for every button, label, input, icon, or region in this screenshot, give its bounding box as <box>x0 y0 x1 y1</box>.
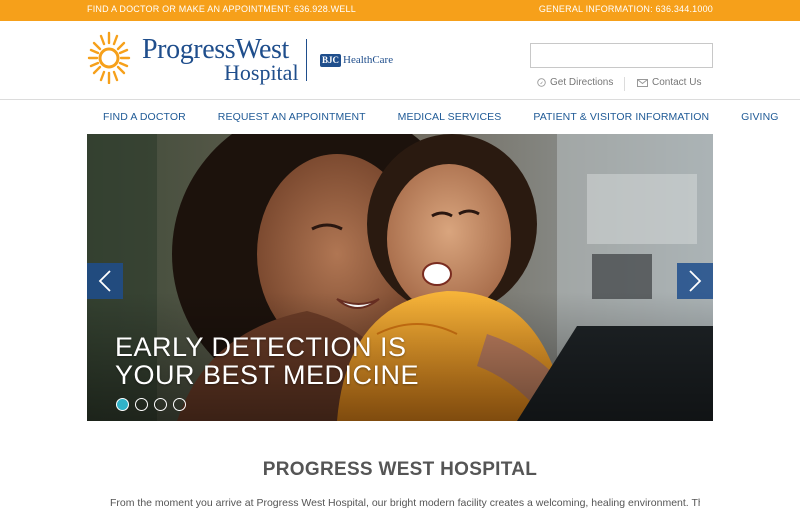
slider-dot[interactable] <box>135 398 148 411</box>
bjc-healthcare-logo: BJC HealthCare <box>320 54 393 67</box>
site-header: ProgressWest Hospital BJC HealthCare Get… <box>0 21 800 100</box>
contact-us-label: Contact Us <box>652 77 702 88</box>
hospital-logo[interactable]: ProgressWest Hospital BJC HealthCare <box>87 30 407 90</box>
envelope-icon <box>637 78 648 87</box>
top-info-bar: FIND A DOCTOR OR MAKE AN APPOINTMENT: 63… <box>0 0 800 21</box>
appointment-phone[interactable]: FIND A DOCTOR OR MAKE AN APPOINTMENT: 63… <box>87 4 356 14</box>
chevron-right-icon <box>689 270 702 292</box>
page-title: PROGRESS WEST HOSPITAL <box>262 459 538 480</box>
get-directions-link[interactable]: Get Directions <box>537 77 613 88</box>
compass-icon <box>537 78 546 87</box>
logo-name-line2: Hospital <box>224 60 299 85</box>
nav-request-appointment[interactable]: REQUEST AN APPOINTMENT <box>202 111 382 123</box>
slider-prev-button[interactable] <box>87 263 123 299</box>
utility-divider <box>624 77 625 91</box>
slider-next-button[interactable] <box>677 263 713 299</box>
get-directions-label: Get Directions <box>550 77 614 88</box>
slider-dot[interactable] <box>173 398 186 411</box>
slider-dot[interactable] <box>116 398 129 411</box>
nav-find-a-doctor[interactable]: FIND A DOCTOR <box>87 111 202 123</box>
nav-medical-services[interactable]: MEDICAL SERVICES <box>382 111 518 123</box>
contact-us-link[interactable]: Contact Us <box>637 77 701 88</box>
slider-dot[interactable] <box>154 398 167 411</box>
bjc-badge: BJC <box>320 54 342 67</box>
hero-caption-line1: EARLY DETECTION IS <box>115 332 407 362</box>
search-input[interactable] <box>530 43 713 68</box>
nav-patient-visitor-info[interactable]: PATIENT & VISITOR INFORMATION <box>517 111 725 123</box>
general-info-phone[interactable]: GENERAL INFORMATION: 636.344.1000 <box>539 4 713 14</box>
hero-caption-line2: YOUR BEST MEDICINE <box>115 360 420 390</box>
main-navigation: FIND A DOCTOR REQUEST AN APPOINTMENT MED… <box>87 100 778 133</box>
intro-paragraph: From the moment you arrive at Progress W… <box>110 497 700 509</box>
hero-slider: EARLY DETECTION IS YOUR BEST MEDICINE <box>87 134 713 421</box>
chevron-left-icon <box>98 270 111 292</box>
nav-giving[interactable]: GIVING <box>725 111 794 123</box>
bjc-healthcare-text: HealthCare <box>343 54 394 66</box>
sun-logo-icon <box>87 31 131 84</box>
logo-divider <box>306 39 307 81</box>
hero-caption: EARLY DETECTION IS YOUR BEST MEDICINE <box>115 333 419 389</box>
slider-pagination <box>116 398 186 411</box>
